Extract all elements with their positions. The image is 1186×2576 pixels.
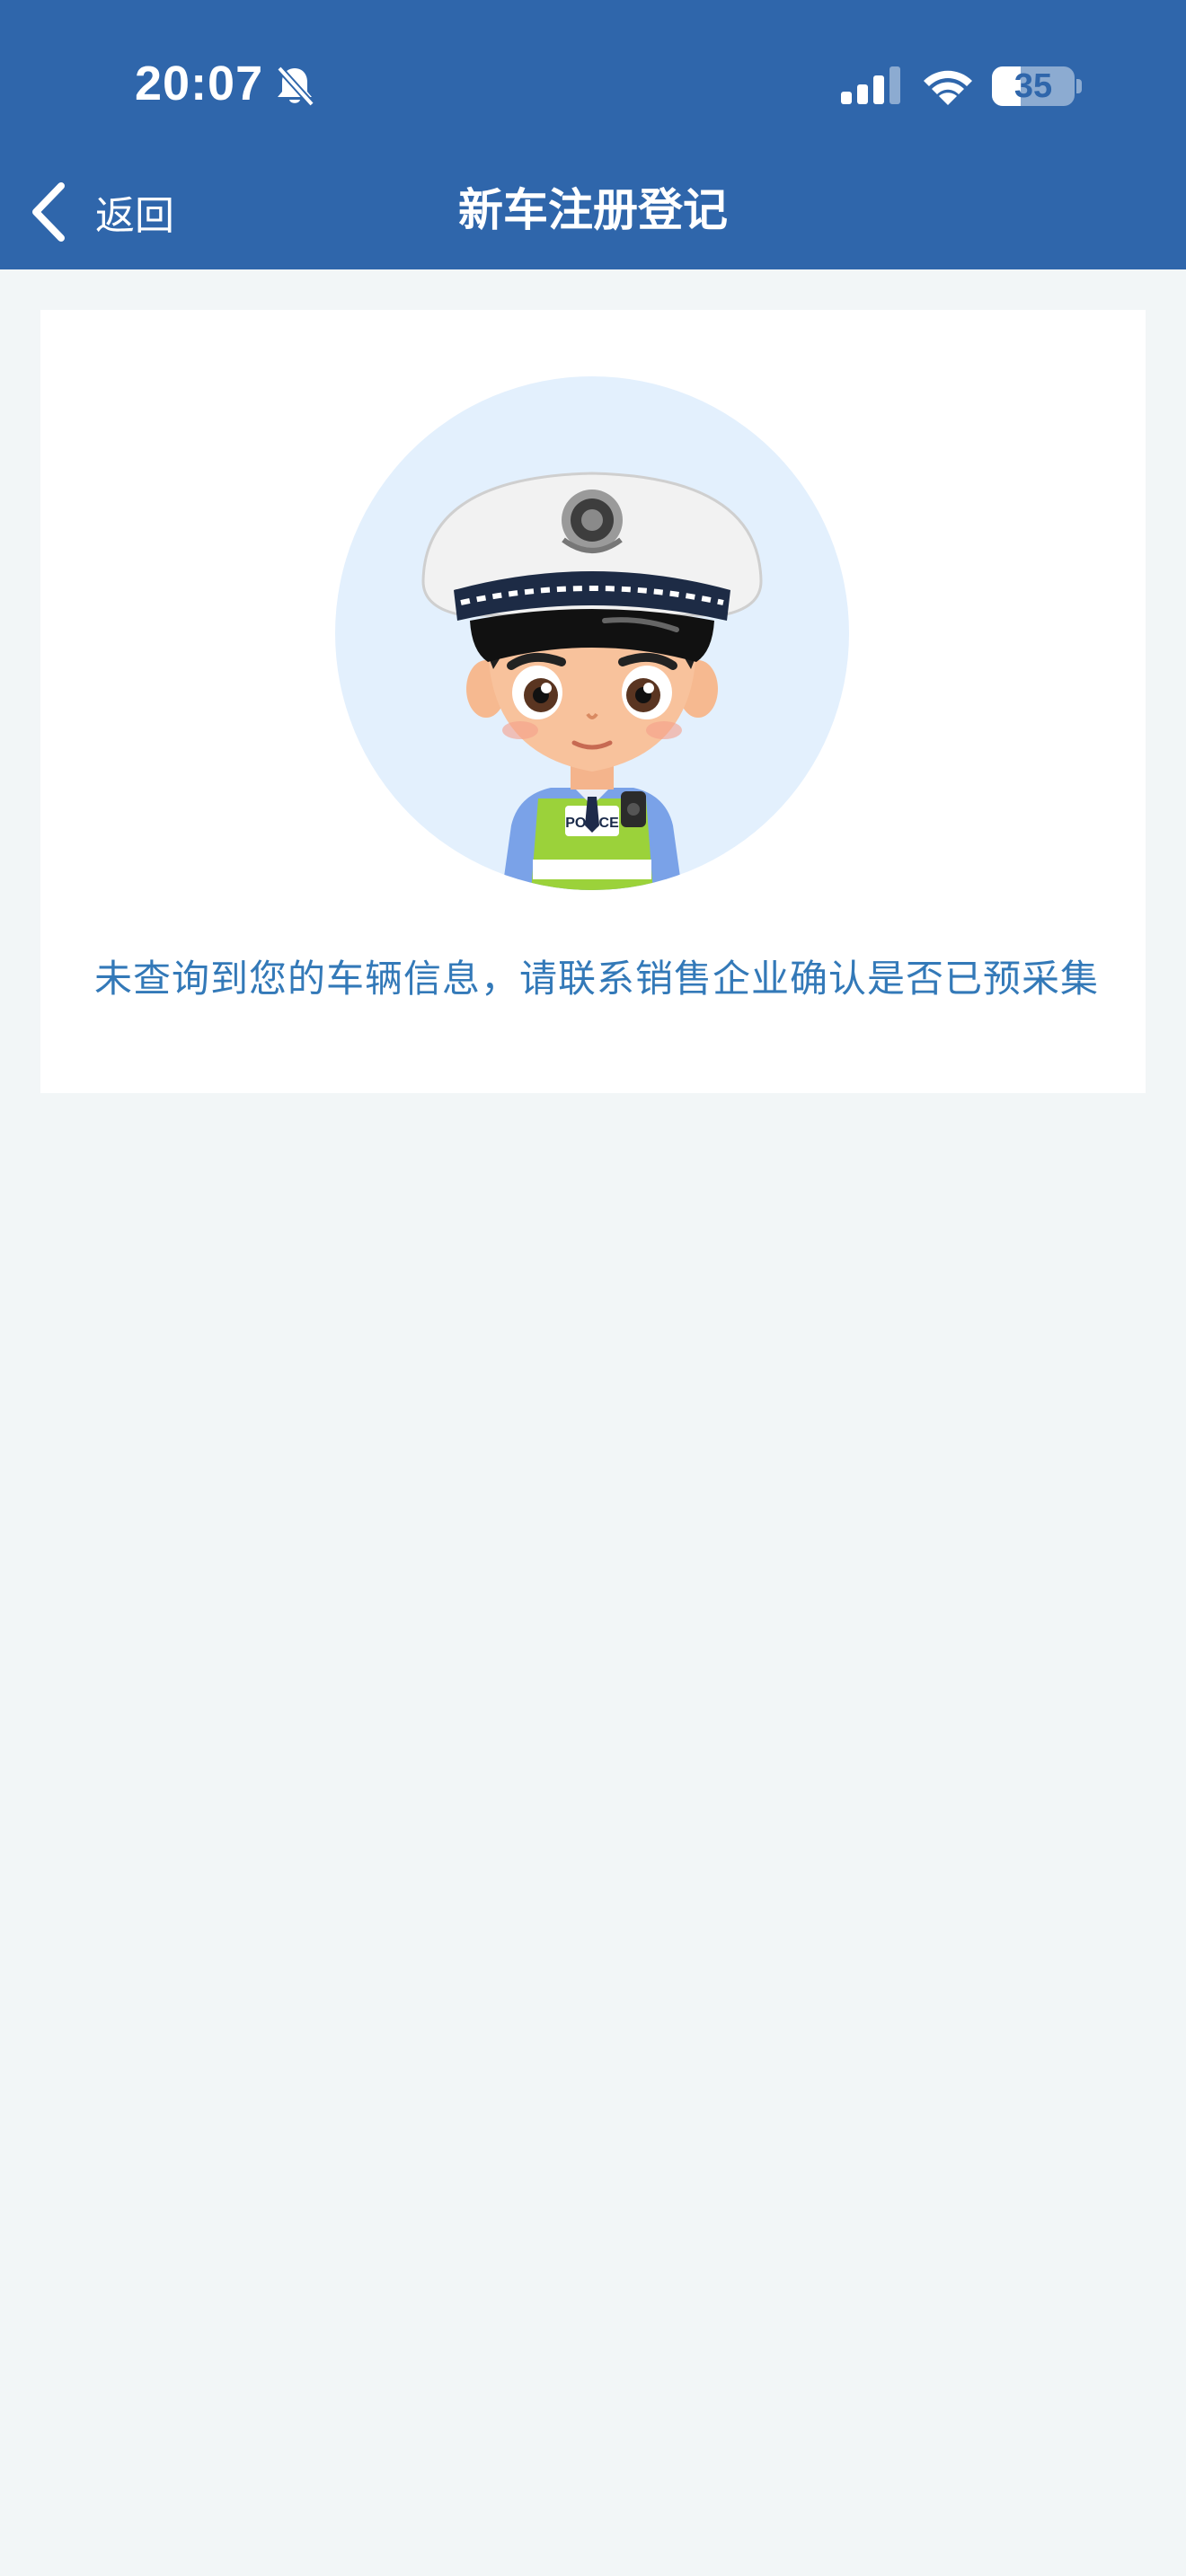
cellular-signal-icon xyxy=(841,66,900,104)
bell-slash-icon xyxy=(277,66,314,107)
no-vehicle-info-message: 未查询到您的车辆信息，请联系销售企业确认是否已预采集 xyxy=(94,957,1100,1001)
page-title: 新车注册登记 xyxy=(458,184,728,236)
battery-icon: 35 xyxy=(992,66,1075,106)
app-header: 20:07 35 返回 新车注册登记 xyxy=(0,0,1186,269)
battery-level-text: 35 xyxy=(1013,67,1053,105)
wifi-icon xyxy=(924,70,972,105)
battery-tip xyxy=(1076,79,1082,93)
police-officer-avatar: POLICE xyxy=(335,376,849,890)
result-card: POLICE xyxy=(40,310,1146,1093)
status-time: 20:07 xyxy=(135,57,264,110)
